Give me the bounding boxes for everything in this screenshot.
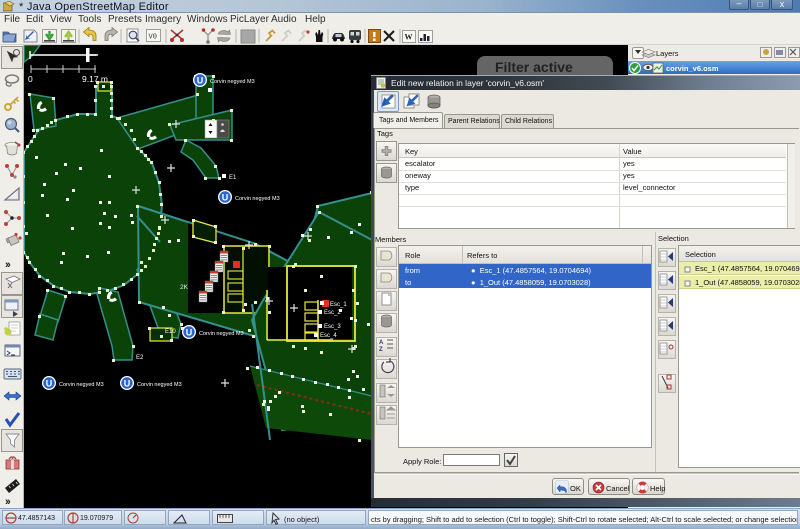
svg-text:››: ›› [5, 259, 11, 271]
svg-text:U: U [197, 76, 204, 86]
svg-text:Filter active: Filter active [495, 59, 573, 75]
svg-text:Corvin negyed M3: Corvin negyed M3 [199, 331, 244, 337]
svg-text:U: U [186, 328, 193, 338]
svg-text:A: A [379, 340, 384, 346]
svg-text:Esc_1: Esc_1 [330, 302, 347, 308]
svg-text:Corvin negyed M3: Corvin negyed M3 [59, 382, 104, 388]
svg-text:Corvin negyed M3: Corvin negyed M3 [210, 79, 255, 85]
svg-text:0: 0 [28, 74, 33, 84]
svg-text:U: U [124, 379, 131, 389]
svg-text:E2: E2 [136, 355, 144, 361]
svg-text:Corvin negyed M3: Corvin negyed M3 [137, 382, 182, 388]
svg-text:Z: Z [379, 347, 383, 353]
svg-text:Esc_3: Esc_3 [324, 324, 341, 330]
svg-text:W: W [405, 33, 413, 42]
svg-text:U: U [46, 379, 53, 389]
svg-text:V0: V0 [149, 34, 157, 42]
svg-text:9.17 m: 9.17 m [82, 74, 108, 84]
svg-text:U: U [222, 193, 229, 203]
svg-text:Esc_2: Esc_2 [324, 310, 341, 316]
svg-text:2K: 2K [180, 284, 189, 291]
svg-text:Corvin negyed M3: Corvin negyed M3 [235, 196, 280, 202]
svg-text:››: ›› [5, 496, 11, 508]
svg-text:Esc_4: Esc_4 [320, 333, 337, 339]
svg-text:E10: E10 [165, 329, 176, 335]
svg-text:E1: E1 [229, 175, 237, 181]
